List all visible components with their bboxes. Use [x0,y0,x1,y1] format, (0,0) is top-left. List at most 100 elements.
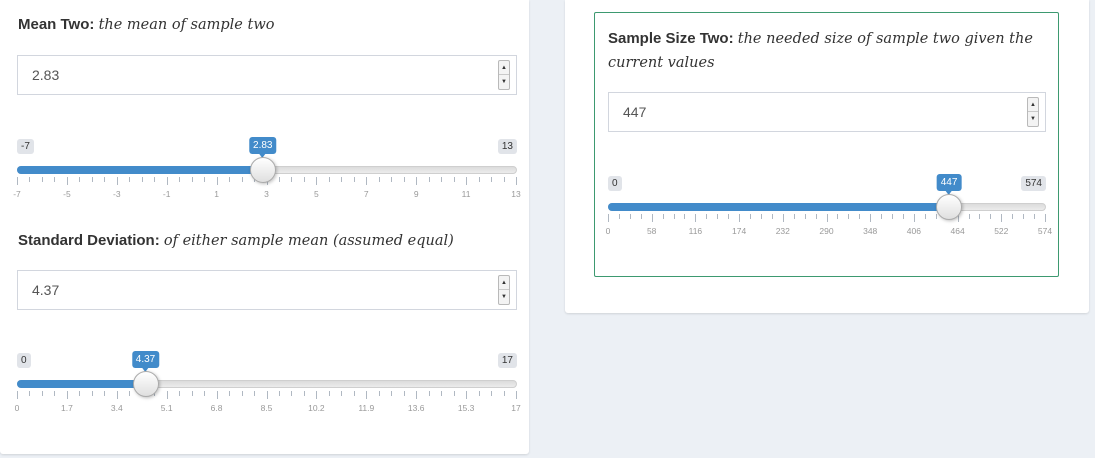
slider-minor-tick [303,177,305,182]
mean-two-slider[interactable]: -7 13 2.83 -7 -5 -3 -1 1 3 5 7 9 11 13 [13,137,521,205]
slider-minor-tick [353,391,355,396]
slider-minor-tick [328,391,330,396]
slider-minor-tick [154,177,156,182]
slider-tick-label: 174 [732,226,747,236]
slider-max-label: 13 [497,139,517,154]
slider-minor-tick [303,391,305,396]
spinner-up-icon[interactable]: ▲ [1028,98,1038,112]
slider-minor-tick [684,214,686,219]
slider-handle[interactable] [936,194,963,220]
slider-minor-tick [229,177,231,182]
slider-fill [608,203,950,211]
slider-tick-label: 15.3 [457,403,475,413]
slider-handle[interactable] [132,371,159,397]
slider-minor-tick [291,177,293,182]
slider-minor-tick [391,391,393,396]
slider-major-tick [17,391,18,399]
mean-two-input[interactable]: 2.83 ▲ ▼ [17,55,517,95]
slider-tick-label: 3.4 [110,403,123,413]
slider-minor-tick [328,177,330,182]
slider-tick-label: 116 [688,226,703,236]
slider-major-tick [782,214,784,222]
slider-tick-label: 0 [14,403,20,413]
slider-minor-tick [428,391,430,396]
std-dev-input[interactable]: 4.37 ▲ ▼ [17,270,517,310]
slider-minor-tick [141,177,143,182]
slider-tick-label: 3 [264,189,269,199]
slider-handle[interactable] [249,157,276,183]
slider-max-label: 17 [497,353,517,368]
slider-minor-tick [478,391,480,396]
slider-tick-label: 13.6 [407,403,425,413]
spinner-up-icon[interactable]: ▲ [499,276,509,290]
slider-minor-tick [815,214,817,219]
slider-tick-label: 232 [775,226,790,236]
slider-min-label: 0 [608,176,622,191]
slider-tick-label: 5.1 [160,403,173,413]
slider-major-tick [216,177,218,185]
slider-major-tick [1045,214,1046,222]
slider-minor-tick [491,177,493,182]
slider-minor-tick [204,177,206,182]
slider-minor-tick [129,177,131,182]
spinner-down-icon[interactable]: ▼ [1028,112,1038,126]
slider-minor-tick [403,391,405,396]
slider-minor-tick [1012,214,1014,219]
slider-fill [17,380,146,388]
slider-major-tick [870,214,872,222]
slider-tick-label: 10.2 [308,403,325,413]
slider-major-tick [466,391,468,399]
slider-tick-label: 17 [511,403,521,413]
slider-major-tick [266,391,268,399]
slider-minor-tick [353,177,355,182]
slider-current-label: 447 [936,174,962,195]
slider-major-tick [316,391,318,399]
slider-minor-tick [1023,214,1025,219]
spinner-down-icon[interactable]: ▼ [499,75,509,89]
sample-size-two-label-desc: the needed size of sample two given the [737,31,1033,47]
slider-minor-tick [104,177,106,182]
slider-tick-label: 13 [511,189,521,199]
slider-major-tick [516,177,517,185]
slider-tick-label: 0 [605,226,611,236]
slider-tick-label: 6.8 [210,403,223,413]
sample-size-two-slider[interactable]: 0 574 447 0 58 116 174 232 290 348 406 464 522 574 [605,174,1052,242]
spinner-up-icon[interactable]: ▲ [499,61,509,75]
slider-minor-tick [241,391,243,396]
slider-minor-tick [771,214,773,219]
slider-major-tick [416,177,418,185]
std-dev-input-value: 4.37 [32,282,60,298]
slider-minor-tick [859,214,861,219]
slider-minor-tick [278,177,280,182]
slider-major-tick [366,391,368,399]
slider-major-tick [166,391,168,399]
slider-minor-tick [478,177,480,182]
mean-two-label-bold: Mean Two: [18,16,95,33]
std-dev-label: Standard Deviation: of either sample mea… [18,229,454,253]
slider-tick-label: 406 [906,226,921,236]
slider-minor-tick [804,214,806,219]
slider-minor-tick [441,177,443,182]
slider-tick-label: 348 [863,226,878,236]
slider-major-tick [416,391,418,399]
slider-minor-tick [935,214,937,219]
mean-two-label-desc: the mean of sample two [98,17,275,33]
spinner-down-icon[interactable]: ▼ [499,290,509,304]
sample-size-two-spinner[interactable]: ▲ ▼ [1027,97,1039,127]
slider-major-tick [516,391,517,399]
slider-minor-tick [378,177,380,182]
slider-minor-tick [91,391,93,396]
slider-minor-tick [503,391,505,396]
mean-two-spinner[interactable]: ▲ ▼ [498,60,510,90]
std-dev-slider[interactable]: 0 17 4.37 0 1.7 3.4 5.1 6.8 8.5 10.2 11.9 13.6 15.3 1… [14,351,521,419]
slider-minor-tick [29,391,31,396]
slider-minor-tick [79,391,81,396]
slider-major-tick [66,177,68,185]
std-dev-spinner[interactable]: ▲ ▼ [498,275,510,305]
slider-minor-tick [640,214,642,219]
slider-tick-label: 7 [363,189,369,199]
slider-minor-tick [129,391,131,396]
slider-major-tick [366,177,368,185]
slider-minor-tick [706,214,708,219]
sample-size-two-input[interactable]: 447 ▲ ▼ [608,92,1046,132]
